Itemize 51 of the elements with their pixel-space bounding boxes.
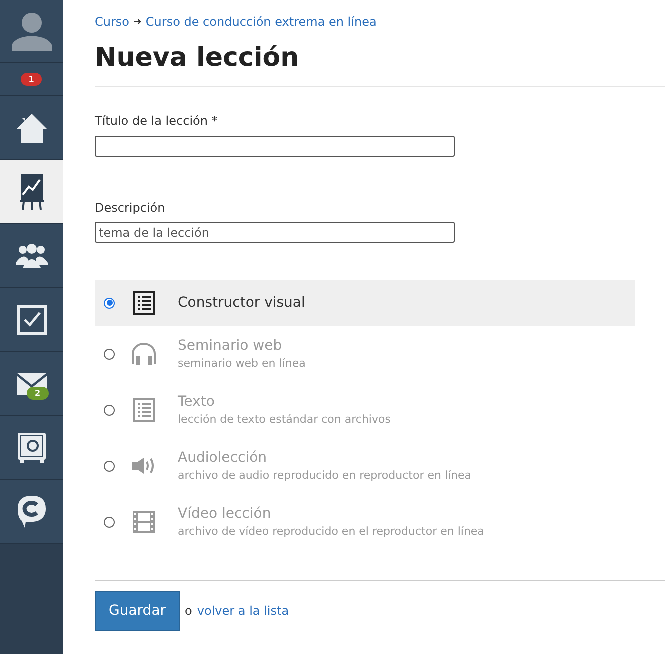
option-title: Texto [178, 394, 216, 410]
field-label: Descripción [95, 200, 166, 214]
option-title: Constructor visual [178, 295, 306, 311]
headphones-icon [131, 342, 157, 366]
option-description: lección de texto estándar con archivos [178, 413, 391, 426]
speaker-icon [131, 457, 157, 475]
message-count: 2 [27, 387, 49, 400]
lesson-type-option[interactable]: Vídeo lección archivo de vídeo reproducido en el reproductor en línea [95, 494, 635, 550]
sidebar-item[interactable] [0, 480, 63, 544]
or-text: o [185, 604, 192, 618]
radio-button[interactable] [104, 404, 115, 416]
lesson-type-option[interactable]: Texto lección de texto estándar con archivos [95, 382, 635, 438]
sidebar-item[interactable] [0, 416, 63, 480]
field-label: Título de la lección * [95, 114, 219, 128]
sidebar-item[interactable] [0, 96, 63, 160]
option-description: seminario web en línea [178, 357, 306, 370]
lesson-type-option[interactable]: Audiolección archivo de audio reproducido en reproductor en línea [95, 438, 635, 494]
breadcrumb-link[interactable]: Curso de conducción extrema en línea [146, 15, 377, 29]
option-description: archivo de vídeo reproducido en el reproductor en línea [178, 525, 484, 538]
people-icon [16, 242, 48, 268]
chat-logo-icon [16, 494, 46, 528]
page-title: Nueva lección [95, 43, 300, 73]
radio-button[interactable] [104, 298, 115, 308]
user-avatar-icon[interactable] [12, 11, 52, 51]
lesson-type-option[interactable]: Constructor visual [95, 280, 635, 326]
input-field[interactable] [95, 136, 455, 156]
option-description: archivo de audio reproducido en reproductor en línea [178, 469, 472, 482]
option-title: Vídeo lección [178, 506, 272, 522]
radio-button[interactable] [104, 460, 115, 472]
breadcrumb-separator: ➜ [134, 16, 142, 28]
list-icon [133, 398, 155, 422]
radio-button[interactable] [104, 348, 115, 360]
house-icon [16, 112, 48, 144]
sidebar-item[interactable] [0, 160, 63, 224]
sidebar-item[interactable] [0, 288, 63, 352]
radio-button[interactable] [104, 516, 115, 528]
input-field[interactable]: tema de la lección [95, 222, 455, 243]
breadcrumb-link[interactable]: Curso [95, 15, 130, 29]
chart-board-icon [18, 172, 44, 210]
list-icon [133, 291, 155, 315]
checkbox-icon [16, 304, 46, 334]
back-to-list-link[interactable]: volver a la lista [197, 604, 290, 618]
film-icon [132, 510, 156, 534]
option-title: Audiolección [178, 450, 268, 466]
option-title: Seminario web [178, 338, 284, 354]
sidebar-item[interactable]: 2 [0, 352, 63, 416]
save-button[interactable]: Guardar [95, 591, 180, 631]
safe-icon [16, 432, 46, 464]
lesson-type-option[interactable]: Seminario web seminario web en línea [95, 326, 635, 382]
notification-count[interactable]: 1 [20, 72, 42, 86]
sidebar-item[interactable] [0, 224, 63, 288]
